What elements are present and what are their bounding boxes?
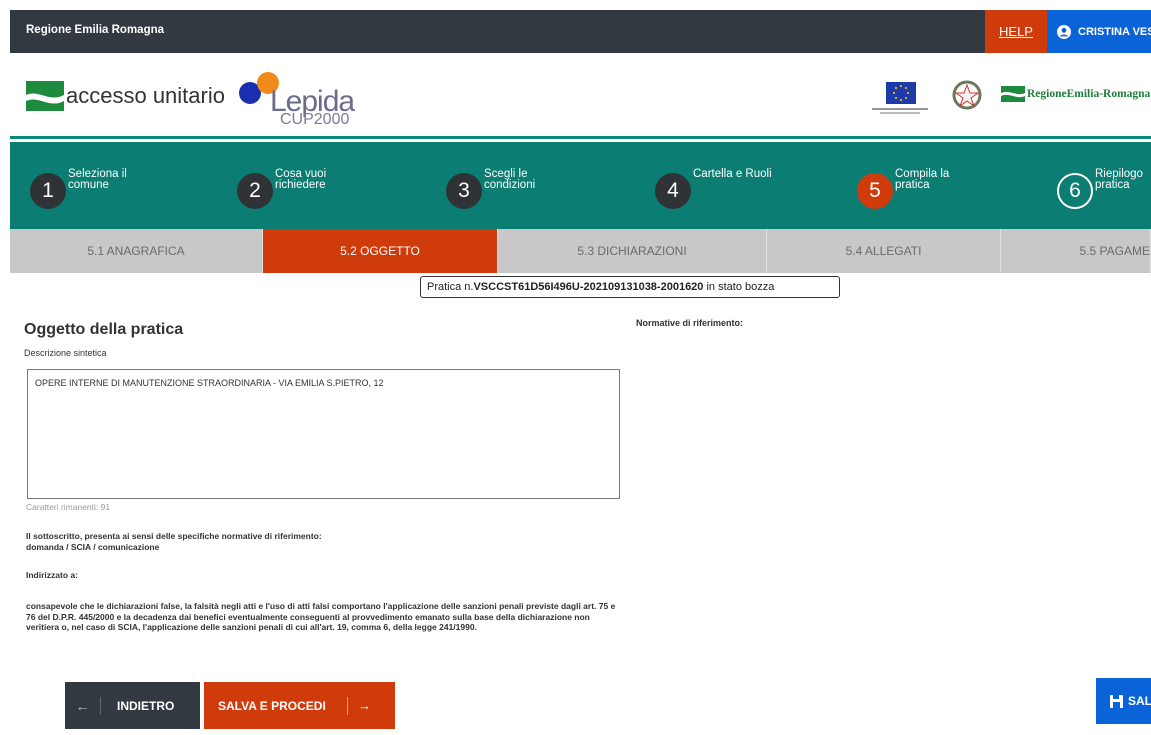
tab-allegati[interactable]: 5.4 ALLEGATI bbox=[767, 229, 1001, 273]
back-button[interactable]: ← INDIETRO bbox=[65, 682, 200, 729]
top-bar: Regione Emilia Romagna HELP CRISTINA VES bbox=[10, 10, 1151, 53]
step-label: Cartella e Ruoli bbox=[693, 168, 772, 180]
declaration-line-2: domanda / SCIA / comunicazione bbox=[26, 542, 160, 552]
step-1[interactable]: 1 Seleziona il comune bbox=[30, 168, 148, 209]
step-number: 5 bbox=[857, 173, 893, 209]
save-and-proceed-button[interactable]: SALVA E PROCEDI → bbox=[204, 682, 395, 729]
arrow-right-icon: → bbox=[347, 696, 381, 715]
step-number: 3 bbox=[446, 173, 482, 209]
step-number: 2 bbox=[237, 173, 273, 209]
logo-band: accesso unitario Lepida CUP2000 RegioneE… bbox=[10, 53, 1151, 139]
step-3[interactable]: 3 Scegli le condizioni bbox=[446, 168, 564, 209]
step-number: 6 bbox=[1057, 173, 1093, 209]
help-link[interactable]: HELP bbox=[985, 10, 1047, 53]
step-2[interactable]: 2 Cosa vuoi richiedere bbox=[237, 168, 355, 209]
eu-flag-icon bbox=[872, 82, 928, 114]
accesso-unitario-logo-icon bbox=[26, 81, 64, 111]
user-menu[interactable]: CRISTINA VES bbox=[1047, 10, 1151, 53]
pratica-prefix: Pratica n. bbox=[427, 281, 474, 293]
user-name: CRISTINA VES bbox=[1078, 25, 1151, 38]
description-label: Descrizione sintetica bbox=[24, 348, 107, 358]
legal-disclaimer: consapevole che le dichiarazioni false, … bbox=[26, 601, 616, 632]
step-number: 1 bbox=[30, 173, 66, 209]
chars-remaining: Caratteri rimanenti: 91 bbox=[26, 502, 111, 512]
cup2000-text: CUP2000 bbox=[280, 111, 350, 128]
regione-flag-icon bbox=[1001, 86, 1025, 102]
page-title: Oggetto della pratica bbox=[24, 321, 184, 338]
step-5[interactable]: 5 Compila la pratica bbox=[857, 168, 975, 209]
user-icon bbox=[1057, 24, 1071, 39]
back-button-label: INDIETRO bbox=[117, 698, 175, 713]
pratica-status-box: Pratica n. VSCCST61D56I496U-202109131038-… bbox=[420, 276, 840, 298]
lepida-logo: Lepida CUP2000 bbox=[236, 71, 356, 128]
accesso-unitario-text: accesso unitario bbox=[66, 83, 225, 108]
save-button-label: SAL bbox=[1128, 694, 1151, 708]
tab-pagamenti[interactable]: 5.5 PAGAME bbox=[1001, 229, 1151, 273]
region-name: Regione Emilia Romagna bbox=[26, 24, 165, 36]
description-textarea[interactable]: OPERE INTERNE DI MANUTENZIONE STRAORDINA… bbox=[27, 369, 620, 499]
regione-logo: RegioneEmilia-Romagna bbox=[1001, 86, 1150, 102]
wizard-steps: 1 Seleziona il comune 2 Cosa vuoi richie… bbox=[10, 142, 1151, 229]
step-label: Cosa vuoi richiedere bbox=[275, 168, 327, 191]
tab-dichiarazioni[interactable]: 5.3 DICHIARAZIONI bbox=[498, 229, 767, 273]
step-label: Compila la pratica bbox=[895, 168, 950, 191]
pratica-code: VSCCST61D56I496U-202109131038-2001620 bbox=[473, 281, 704, 293]
addressed-to-label: Indirizzato a: bbox=[26, 570, 78, 580]
step-number: 4 bbox=[655, 173, 691, 209]
step-6[interactable]: 6 Riepilogo pratica bbox=[1057, 168, 1143, 209]
step-label: Riepilogo pratica bbox=[1095, 168, 1143, 191]
tab-anagrafica[interactable]: 5.1 ANAGRAFICA bbox=[10, 229, 263, 273]
regione-logo-text: RegioneEmilia-Romagna bbox=[1027, 88, 1151, 100]
arrow-left-icon: ← bbox=[65, 696, 101, 715]
step-label: Scegli le condizioni bbox=[484, 168, 536, 191]
step-label: Seleziona il comune bbox=[68, 168, 127, 191]
italian-republic-emblem-icon bbox=[952, 80, 982, 110]
tab-oggetto[interactable]: 5.2 OGGETTO bbox=[263, 229, 498, 273]
normative-label: Normative di riferimento: bbox=[636, 318, 744, 328]
save-and-proceed-label: SALVA E PROCEDI bbox=[218, 698, 326, 713]
declaration-line-1: Il sottoscritto, presenta ai sensi delle… bbox=[26, 531, 322, 541]
pratica-suffix: in stato bozza bbox=[703, 281, 775, 293]
step-4[interactable]: 4 Cartella e Ruoli bbox=[655, 168, 773, 209]
sub-tabs: 5.1 ANAGRAFICA 5.2 OGGETTO 5.3 DICHIARAZ… bbox=[10, 229, 1151, 273]
floppy-disk-icon bbox=[1110, 694, 1123, 708]
save-button[interactable]: SAL bbox=[1096, 678, 1151, 724]
